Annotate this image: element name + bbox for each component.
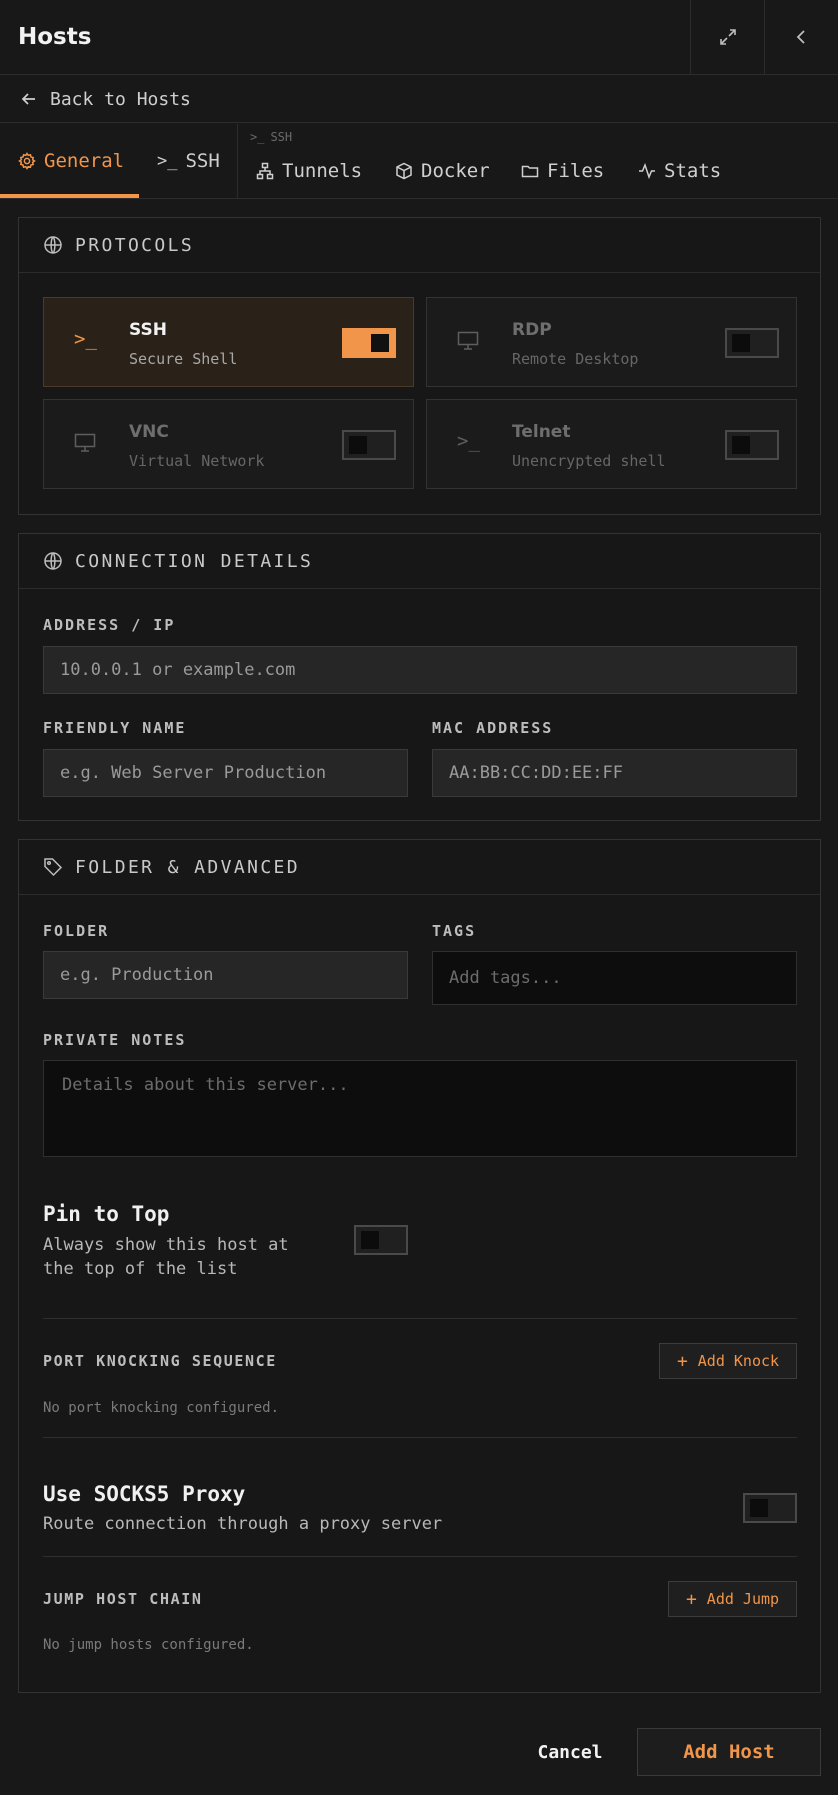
tab-files-label: Files: [547, 160, 605, 182]
activity-icon: [639, 162, 655, 180]
connection-details-panel: CONNECTION DETAILS ADDRESS / IP FRIENDLY…: [18, 533, 821, 821]
address-input[interactable]: [43, 646, 797, 694]
back-label: Back to Hosts: [50, 88, 191, 110]
vnc-toggle[interactable]: [342, 430, 396, 460]
page-title: Hosts: [18, 24, 92, 50]
tab-ssh[interactable]: >_ SSH: [157, 124, 220, 198]
add-knock-button[interactable]: + Add Knock: [659, 1343, 797, 1379]
add-host-button[interactable]: Add Host: [637, 1728, 821, 1776]
back-to-hosts-link[interactable]: Back to Hosts: [0, 76, 838, 123]
tab-stats[interactable]: Stats: [638, 134, 721, 208]
mac-address-label: MAC ADDRESS: [432, 719, 554, 737]
pin-to-top-desc-line2: the top of the list: [43, 1259, 238, 1279]
friendly-name-input[interactable]: [43, 749, 408, 797]
tags-label: TAGS: [432, 922, 477, 940]
network-icon: [256, 162, 274, 180]
pin-to-top-title: Pin to Top: [43, 1202, 170, 1226]
tag-icon: [44, 858, 63, 877]
arrow-left-icon: [21, 93, 35, 105]
tab-docker[interactable]: Docker: [395, 134, 490, 208]
tab-stats-label: Stats: [664, 160, 722, 182]
socks5-proxy-title: Use SOCKS5 Proxy: [43, 1482, 246, 1506]
add-jump-label: Add Jump: [706, 1590, 780, 1608]
pin-to-top-toggle[interactable]: [354, 1225, 408, 1255]
protocol-card-rdp[interactable]: RDP Remote Desktop: [426, 297, 797, 387]
terminal-icon: >_: [157, 151, 178, 171]
friendly-name-label: FRIENDLY NAME: [43, 719, 187, 737]
rdp-toggle[interactable]: [725, 328, 779, 358]
add-knock-label: Add Knock: [697, 1352, 780, 1370]
socks5-proxy-desc: Route connection through a proxy server: [43, 1514, 443, 1534]
protocol-name: VNC: [129, 422, 169, 442]
plus-icon: +: [685, 1588, 697, 1610]
socks5-proxy-toggle[interactable]: [743, 1493, 797, 1523]
divider: [43, 1556, 797, 1557]
tab-docker-label: Docker: [421, 160, 490, 182]
port-knocking-empty: No port knocking configured.: [43, 1400, 280, 1416]
terminal-icon: >_: [457, 430, 480, 452]
protocol-desc: Remote Desktop: [512, 350, 639, 368]
protocol-name: SSH: [129, 320, 167, 340]
protocols-header: PROTOCOLS: [19, 218, 820, 273]
protocol-name: RDP: [512, 320, 552, 340]
tab-divider: [237, 124, 238, 198]
ssh-toggle[interactable]: [342, 328, 396, 358]
tab-bar: General >_ SSH >_ SSH Tunnels Docker Fil…: [0, 124, 838, 199]
protocols-title: PROTOCOLS: [75, 234, 195, 256]
folder-advanced-panel: FOLDER & ADVANCED FOLDER TAGS PRIVATE NO…: [18, 839, 821, 1693]
expand-icon: [719, 29, 736, 45]
protocol-card-ssh[interactable]: >_ SSH Secure Shell: [43, 297, 414, 387]
protocol-card-vnc[interactable]: VNC Virtual Network: [43, 399, 414, 489]
tab-files[interactable]: Files: [521, 134, 604, 208]
folder-advanced-title: FOLDER & ADVANCED: [75, 856, 301, 878]
private-notes-textarea[interactable]: [43, 1060, 797, 1157]
monitor-icon: [457, 331, 479, 350]
protocols-panel: PROTOCOLS >_ SSH Secure Shell RDP Remote…: [18, 217, 821, 515]
globe-icon: [44, 552, 62, 570]
collapse-button[interactable]: [764, 0, 838, 75]
active-tab-indicator: [0, 194, 139, 198]
private-notes-label: PRIVATE NOTES: [43, 1031, 187, 1049]
tab-general[interactable]: General: [18, 124, 124, 198]
tags-input[interactable]: [432, 951, 797, 1005]
tab-general-label: General: [44, 150, 125, 172]
plus-icon: +: [676, 1350, 688, 1372]
add-jump-button[interactable]: + Add Jump: [668, 1581, 797, 1617]
chevron-left-icon: [796, 30, 805, 44]
tab-ssh-label: SSH: [185, 150, 220, 172]
connection-title: CONNECTION DETAILS: [75, 550, 314, 572]
folder-label: FOLDER: [43, 922, 110, 940]
port-knocking-label: PORT KNOCKING SEQUENCE: [43, 1352, 277, 1370]
protocol-desc: Secure Shell: [129, 350, 238, 368]
protocol-card-telnet[interactable]: >_ Telnet Unencrypted shell: [426, 399, 797, 489]
monitor-icon: [74, 433, 96, 452]
mac-address-input[interactable]: [432, 749, 797, 797]
divider: [43, 1437, 797, 1438]
folder-input[interactable]: [43, 951, 408, 999]
tab-tunnels[interactable]: Tunnels: [256, 134, 362, 208]
jump-host-empty: No jump hosts configured.: [43, 1637, 254, 1653]
folder-icon: [521, 165, 539, 178]
connection-header: CONNECTION DETAILS: [19, 534, 820, 589]
protocol-name: Telnet: [512, 422, 571, 442]
globe-icon: [44, 236, 62, 254]
protocol-desc: Unencrypted shell: [512, 452, 666, 470]
folder-advanced-header: FOLDER & ADVANCED: [19, 840, 820, 895]
box-icon: [396, 162, 412, 180]
tab-tunnels-label: Tunnels: [282, 160, 363, 182]
address-label: ADDRESS / IP: [43, 616, 176, 634]
telnet-toggle[interactable]: [725, 430, 779, 460]
jump-host-chain-label: JUMP HOST CHAIN: [43, 1590, 203, 1608]
expand-button[interactable]: [690, 0, 764, 75]
pin-to-top-desc-line1: Always show this host at: [43, 1235, 289, 1255]
divider: [43, 1318, 797, 1319]
cancel-button[interactable]: Cancel: [530, 1728, 610, 1776]
top-bar: Hosts: [0, 0, 838, 75]
protocol-desc: Virtual Network: [129, 452, 265, 470]
gear-icon: [18, 152, 36, 170]
terminal-icon: >_: [74, 328, 97, 350]
